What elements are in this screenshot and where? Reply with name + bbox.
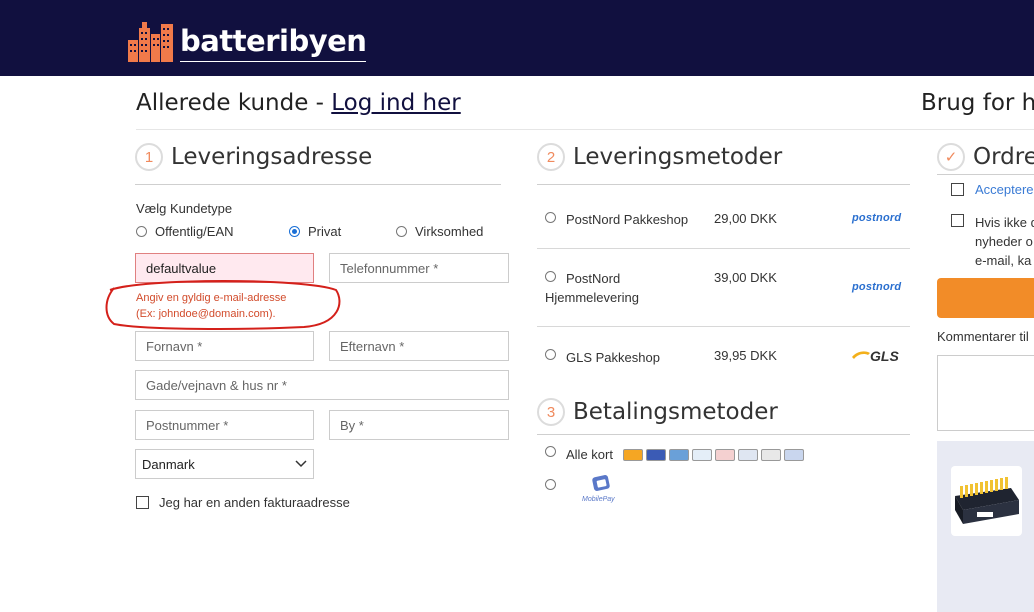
- email-field[interactable]: defaultvalue: [135, 253, 314, 283]
- card-logo-icon: [738, 449, 758, 461]
- payment-name: Alle kort: [566, 447, 613, 462]
- section-title: Leveringsadresse: [171, 144, 373, 170]
- existing-customer-line: Allerede kunde - Log ind her: [136, 90, 461, 116]
- card-logo-icon: [623, 449, 643, 461]
- divider: [937, 174, 1034, 175]
- city-skyline-icon: [128, 22, 173, 62]
- radio-button[interactable]: [545, 349, 556, 360]
- city-field[interactable]: By *: [329, 410, 509, 440]
- divider: [136, 129, 1034, 130]
- radio-button[interactable]: [136, 226, 147, 237]
- place-order-button[interactable]: [937, 278, 1034, 318]
- radio-privat[interactable]: Privat: [289, 224, 341, 239]
- phone-field[interactable]: Telefonnummer *: [329, 253, 509, 283]
- card-logo-icon: [761, 449, 781, 461]
- comments-label: Kommentarer til: [937, 329, 1029, 344]
- newsletter-line: e-mail, ka: [975, 253, 1032, 268]
- radio-button[interactable]: [396, 226, 407, 237]
- gls-swoosh-icon: [852, 351, 870, 359]
- divider: [537, 248, 910, 249]
- section-title: Leveringsmetoder: [573, 144, 783, 170]
- newsletter-text: Hvis ikke d nyheder o e-mail, ka: [975, 213, 1034, 270]
- radio-label: Offentlig/EAN: [155, 224, 234, 239]
- help-heading: Brug for hj: [921, 90, 1034, 116]
- divider: [135, 184, 501, 185]
- radio-label: Privat: [308, 224, 342, 239]
- checkbox[interactable]: [951, 183, 964, 196]
- logo-text: batteribyen: [180, 21, 367, 62]
- checkbox[interactable]: [951, 214, 964, 227]
- shipping-name: GLS Pakkeshop: [566, 350, 660, 365]
- section-title: Betalingsmetoder: [573, 399, 778, 425]
- radio-offentlig-ean[interactable]: Offentlig/EAN: [136, 224, 234, 239]
- error-line: (Ex: johndoe@domain.com).: [136, 308, 276, 320]
- shipping-option-postnord-pakkeshop[interactable]: [545, 212, 564, 223]
- card-logo-icon: [669, 449, 689, 461]
- lastname-field[interactable]: Efternavn *: [329, 331, 509, 361]
- card-logo-icon: [784, 449, 804, 461]
- shipping-name: PostNord Pakkeshop: [566, 212, 689, 227]
- payment-methods-header: 3 Betalingsmetoder: [537, 398, 778, 426]
- payment-option-cards[interactable]: [545, 446, 564, 457]
- battery-pack-image: [955, 477, 1019, 524]
- section-title: Ordre: [973, 144, 1034, 170]
- payment-option-mobilepay[interactable]: [545, 479, 564, 490]
- country-select[interactable]: Danmark: [135, 449, 314, 479]
- checkbox[interactable]: [136, 496, 149, 509]
- newsletter-line: Hvis ikke d: [975, 215, 1034, 230]
- shipping-price: 39,95 DKK: [714, 348, 777, 363]
- shipping-name: PostNord: [566, 271, 621, 286]
- comments-textarea[interactable]: [937, 355, 1034, 431]
- radio-button[interactable]: [545, 446, 556, 457]
- invoice-address-checkbox[interactable]: Jeg har en anden fakturaadresse: [136, 495, 350, 510]
- accept-terms-checkbox[interactable]: [951, 183, 974, 196]
- step-number: 1: [135, 143, 163, 171]
- customer-type-label: Vælg Kundetype: [136, 201, 233, 216]
- firstname-field[interactable]: Fornavn *: [135, 331, 314, 361]
- card-logo-icon: [646, 449, 666, 461]
- divider: [537, 326, 910, 327]
- card-logo-icon: [692, 449, 712, 461]
- radio-label: Virksomhed: [415, 224, 484, 239]
- email-error-message: Angiv en gyldig e-mail-adresse (Ex: john…: [136, 290, 286, 322]
- gls-logo: GLS: [870, 348, 899, 364]
- street-field[interactable]: Gade/vejnavn & hus nr *: [135, 370, 509, 400]
- existing-customer-text: Allerede kunde -: [136, 90, 332, 116]
- login-link[interactable]: Log ind her: [331, 90, 460, 116]
- error-line: Angiv en gyldig e-mail-adresse: [136, 292, 287, 304]
- shipping-methods-header: 2 Leveringsmetoder: [537, 143, 782, 171]
- shipping-price: 39,00 DKK: [714, 270, 777, 285]
- shipping-name: Hjemmelevering: [545, 290, 639, 305]
- radio-button[interactable]: [545, 212, 556, 223]
- postnord-logo: postnord: [852, 281, 902, 293]
- step-number: 2: [537, 143, 565, 171]
- divider: [537, 184, 910, 185]
- radio-button[interactable]: [545, 271, 556, 282]
- site-header: batteribyen: [0, 0, 1034, 76]
- zip-field[interactable]: Postnummer *: [135, 410, 314, 440]
- radio-button[interactable]: [545, 479, 556, 490]
- shipping-price: 29,00 DKK: [714, 211, 777, 226]
- radio-virksomhed[interactable]: Virksomhed: [396, 224, 483, 239]
- postnord-logo: postnord: [852, 212, 902, 224]
- card-logos: [623, 449, 804, 461]
- mobilepay-label: MobilePay: [582, 496, 615, 503]
- accept-terms-link[interactable]: Acceptere: [975, 182, 1034, 197]
- country-value: Danmark: [142, 456, 195, 472]
- order-header: ✓ Ordre: [937, 143, 1034, 171]
- newsletter-checkbox[interactable]: [951, 214, 974, 227]
- step-number: 3: [537, 398, 565, 426]
- newsletter-line: nyheder o: [975, 234, 1033, 249]
- radio-button-selected[interactable]: [289, 226, 300, 237]
- checkbox-label: Jeg har en anden fakturaadresse: [159, 495, 350, 510]
- site-logo[interactable]: batteribyen: [126, 16, 367, 62]
- divider: [537, 434, 910, 435]
- card-logo-icon: [715, 449, 735, 461]
- product-thumbnail[interactable]: [951, 466, 1022, 536]
- delivery-address-header: 1 Leveringsadresse: [135, 143, 372, 171]
- shipping-option-gls-pakkeshop[interactable]: [545, 349, 564, 360]
- chevron-down-icon: [295, 460, 307, 468]
- shipping-option-postnord-hjemmelevering[interactable]: [545, 271, 564, 282]
- checkmark-icon: ✓: [937, 143, 965, 171]
